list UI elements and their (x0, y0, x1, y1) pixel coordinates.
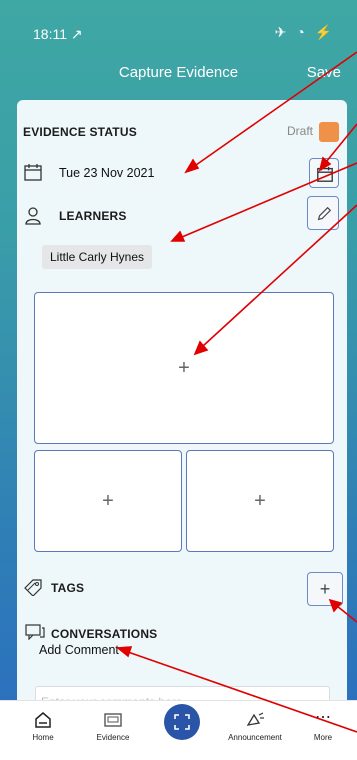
evidence-status-label: EVIDENCE STATUS (23, 125, 137, 139)
edit-learners-button[interactable] (307, 196, 339, 230)
tab-announcement[interactable]: Announcement (220, 701, 290, 751)
status-bar: 18:11 ↗ ✈ ◔ ⚡ (0, 0, 357, 44)
tag-icon (23, 578, 45, 601)
add-media-button[interactable]: + (34, 450, 182, 552)
status-value: Draft (286, 124, 313, 138)
tags-row: TAGS + (17, 570, 347, 606)
date-picker-button[interactable] (309, 158, 339, 188)
tab-more[interactable]: ⋯ More (288, 701, 357, 751)
conversations-label: CONVERSATIONS (51, 627, 158, 641)
calendar-icon (317, 166, 333, 182)
evidence-status-row: EVIDENCE STATUS Draft (17, 122, 347, 142)
add-tag-button[interactable]: + (307, 572, 343, 606)
more-icon: ⋯ (315, 709, 331, 726)
tab-label: Evidence (96, 733, 130, 742)
evidence-date: Tue 23 Nov 2021 (59, 166, 155, 180)
capture-icon (174, 714, 190, 730)
capture-button[interactable] (164, 704, 200, 740)
plus-icon: + (102, 489, 114, 512)
status-time: 18:11 ↗ (33, 26, 83, 42)
tab-home[interactable]: Home (8, 701, 78, 751)
megaphone-icon (245, 711, 265, 734)
app-screen: 18:11 ↗ ✈ ◔ ⚡ Capture Evidence Save EVID… (0, 0, 357, 760)
tab-label: More (313, 733, 333, 742)
date-row: Tue 23 Nov 2021 (17, 158, 347, 188)
conversations-row: CONVERSATIONS (17, 620, 347, 644)
evidence-form: EVIDENCE STATUS Draft Tue 23 Nov 2021 LE… (17, 100, 347, 700)
page-title: Capture Evidence (118, 64, 239, 81)
person-icon (23, 206, 43, 231)
save-button[interactable]: Save (307, 64, 341, 81)
chat-icon (25, 624, 45, 645)
plus-icon: + (254, 489, 266, 512)
tab-label: Announcement (228, 733, 282, 742)
pencil-icon (317, 206, 332, 221)
tags-label: TAGS (51, 581, 85, 595)
home-icon (34, 711, 52, 734)
tab-evidence[interactable]: Evidence (78, 701, 148, 751)
nav-bar: Capture Evidence Save (0, 56, 357, 88)
status-icons: ✈ ◔ ⚡ (274, 24, 335, 40)
calendar-icon (23, 162, 43, 187)
learners-label: LEARNERS (59, 209, 127, 223)
plus-icon: + (178, 356, 190, 379)
learner-chip[interactable]: Little Carly Hynes (42, 245, 153, 269)
add-comment-label: Add Comment (39, 643, 119, 657)
add-main-media-button[interactable]: + (34, 292, 334, 444)
status-color-swatch[interactable] (319, 122, 339, 142)
evidence-icon (103, 711, 123, 734)
add-media-button[interactable]: + (186, 450, 334, 552)
tab-label: Home (32, 733, 54, 742)
learners-row: LEARNERS (17, 196, 347, 231)
comment-input[interactable]: Enter your comments here (35, 686, 330, 700)
